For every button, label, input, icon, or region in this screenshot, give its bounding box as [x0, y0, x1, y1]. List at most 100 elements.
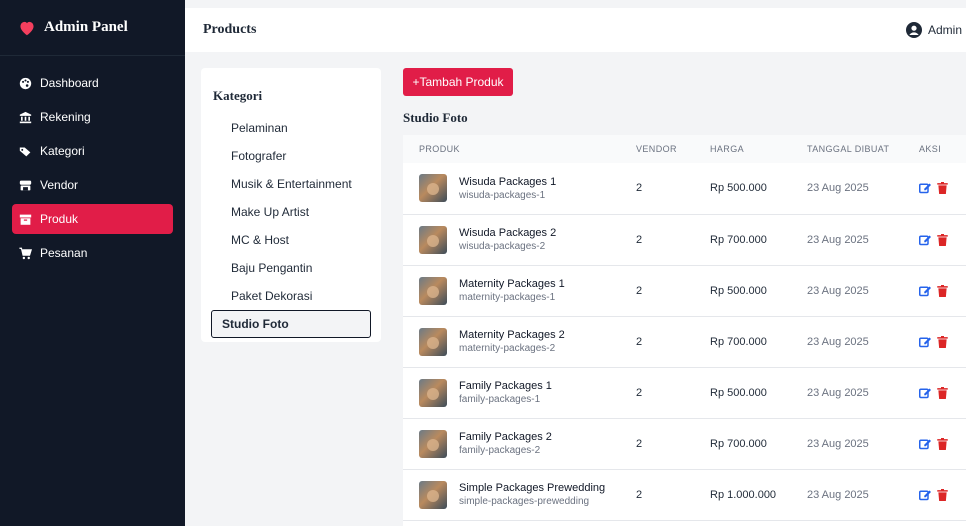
date-cell: 23 Aug 2025 — [807, 214, 919, 266]
product-cell: Family Packages 2 family-packages-2 — [419, 429, 636, 458]
date-cell: 23 Aug 2025 — [807, 469, 919, 521]
product-name: Maternity Packages 2 — [459, 329, 565, 341]
vendor-cell: 2 — [636, 214, 710, 266]
sidebar-item-kategori[interactable]: Kategori — [12, 136, 173, 166]
sidebar-item-vendor[interactable]: Vendor — [12, 170, 173, 200]
vendor-cell: 2 — [636, 418, 710, 470]
sidebar-item-dashboard[interactable]: Dashboard — [12, 68, 173, 98]
edit-icon[interactable] — [919, 489, 931, 501]
trash-icon[interactable] — [937, 386, 949, 399]
category-item-studio-foto[interactable]: Studio Foto — [211, 310, 371, 338]
product-slug: maternity-packages-1 — [459, 292, 556, 303]
date-cell: 23 Aug 2025 — [807, 367, 919, 419]
vendor-cell: 2 — [636, 316, 710, 368]
product-thumbnail — [419, 276, 447, 305]
product-slug: simple-packages-prewedding — [459, 496, 590, 507]
product-name: Wisuda Packages 2 — [459, 227, 557, 239]
edit-icon[interactable] — [919, 438, 931, 450]
category-item-musik[interactable]: Musik & Entertainment — [211, 170, 371, 198]
product-cell: Maternity Packages 2 maternity-packages-… — [419, 327, 636, 356]
table-row[interactable]: Wisuda Packages 2 wisuda-packages-2 2 Rp… — [403, 214, 966, 266]
price-cell: Rp 700.000 — [710, 316, 807, 368]
section-title: Studio Foto — [403, 110, 468, 125]
category-item-paket-dekorasi[interactable]: Paket Dekorasi — [211, 282, 371, 310]
date-cell: 23 Aug 2025 — [807, 316, 919, 368]
trash-icon[interactable] — [937, 335, 949, 348]
category-item-pelaminan[interactable]: Pelaminan — [211, 114, 371, 142]
sidebar-item-label: Rekening — [40, 110, 91, 124]
column-header-tanggal: TANGGAL DIBUAT — [807, 135, 919, 163]
column-header-vendor: VENDOR — [636, 135, 710, 163]
add-product-button[interactable]: +Tambah Produk — [403, 68, 513, 96]
sidebar-item-label: Pesanan — [40, 246, 88, 260]
table-row[interactable]: Wisuda Packages 1 wisuda-packages-1 2 Rp… — [403, 163, 966, 215]
product-slug: family-packages-1 — [459, 394, 541, 405]
trash-icon[interactable] — [937, 437, 949, 450]
product-thumbnail — [419, 174, 447, 203]
product-thumbnail — [419, 480, 447, 509]
date-cell: 23 Aug 2025 — [807, 265, 919, 317]
row-actions — [919, 233, 966, 246]
product-name: Family Packages 1 — [459, 380, 552, 392]
trash-icon[interactable] — [937, 284, 949, 297]
price-cell: Rp 700.000 — [710, 418, 807, 470]
product-table: PRODUK VENDOR HARGA TANGGAL DIBUAT AKSI … — [403, 135, 966, 526]
edit-icon[interactable] — [919, 285, 931, 297]
category-item-makeup[interactable]: Make Up Artist — [211, 198, 371, 226]
category-title: Kategori — [213, 88, 263, 103]
table-header-row: PRODUK VENDOR HARGA TANGGAL DIBUAT AKSI — [403, 135, 966, 163]
trash-icon[interactable] — [937, 488, 949, 501]
price-cell: Rp 700.000 — [710, 214, 807, 266]
sidebar-item-produk[interactable]: Produk — [12, 204, 173, 234]
palette-icon — [18, 76, 32, 90]
edit-icon[interactable] — [919, 387, 931, 399]
product-name: Maternity Packages 1 — [459, 278, 565, 290]
add-product-label: +Tambah Produk — [412, 75, 504, 89]
table-row[interactable]: Family Packages 2 family-packages-2 2 Rp… — [403, 418, 966, 470]
user-circle-icon — [905, 22, 922, 38]
row-actions — [919, 386, 966, 399]
table-row[interactable]: Maternity Packages 2 maternity-packages-… — [403, 316, 966, 368]
date-cell: 23 Aug 2025 — [807, 163, 919, 215]
row-actions — [919, 335, 966, 348]
category-item-mc-host[interactable]: MC & Host — [211, 226, 371, 254]
sidebar-item-rekening[interactable]: Rekening — [12, 102, 173, 132]
column-header-produk: PRODUK — [403, 135, 636, 163]
product-thumbnail — [419, 225, 447, 254]
product-cell: Wisuda Packages 1 wisuda-packages-1 — [419, 174, 636, 203]
product-slug: wisuda-packages-1 — [459, 189, 546, 201]
sidebar: Admin Panel Dashboard Rekening Kategori … — [0, 0, 185, 526]
row-actions — [919, 437, 966, 450]
brand[interactable]: Admin Panel — [0, 0, 185, 56]
store-icon — [18, 178, 32, 192]
table-row[interactable]: Maternity Packages 1 maternity-packages-… — [403, 265, 966, 317]
trash-icon[interactable] — [937, 233, 949, 246]
edit-icon[interactable] — [919, 182, 931, 194]
brand-title: Admin Panel — [44, 19, 128, 35]
topbar: Products Admin — [185, 8, 966, 52]
category-item-fotografer[interactable]: Fotografer — [211, 142, 371, 170]
vendor-cell: 2 — [636, 367, 710, 419]
vendor-cell: 2 — [636, 265, 710, 317]
user-menu[interactable]: Admin — [905, 22, 962, 38]
edit-icon[interactable] — [919, 336, 931, 348]
sidebar-nav: Dashboard Rekening Kategori Vendor Produ… — [0, 56, 185, 268]
product-thumbnail — [419, 378, 447, 407]
cart-icon — [18, 246, 32, 260]
table-row[interactable]: Family Packages 1 family-packages-1 2 Rp… — [403, 367, 966, 419]
trash-icon[interactable] — [937, 182, 949, 195]
price-cell: Rp 1.000.000 — [710, 469, 807, 521]
row-actions — [919, 284, 966, 297]
column-header-aksi: AKSI — [919, 135, 966, 163]
product-cell: Family Packages 1 family-packages-1 — [419, 378, 636, 407]
date-cell: 23 Aug 2025 — [807, 418, 919, 470]
product-name: Wisuda Packages 1 — [459, 175, 557, 188]
sidebar-item-pesanan[interactable]: Pesanan — [12, 238, 173, 268]
price-cell: Rp 500.000 — [710, 163, 807, 215]
category-item-baju-pengantin[interactable]: Baju Pengantin — [211, 254, 371, 282]
table-row[interactable]: Simple Packages Prewedding simple-packag… — [403, 469, 966, 521]
product-cell: Wisuda Packages 2 wisuda-packages-2 — [419, 225, 636, 254]
price-cell: Rp 500.000 — [710, 265, 807, 317]
edit-icon[interactable] — [919, 234, 931, 246]
row-actions — [919, 488, 966, 501]
